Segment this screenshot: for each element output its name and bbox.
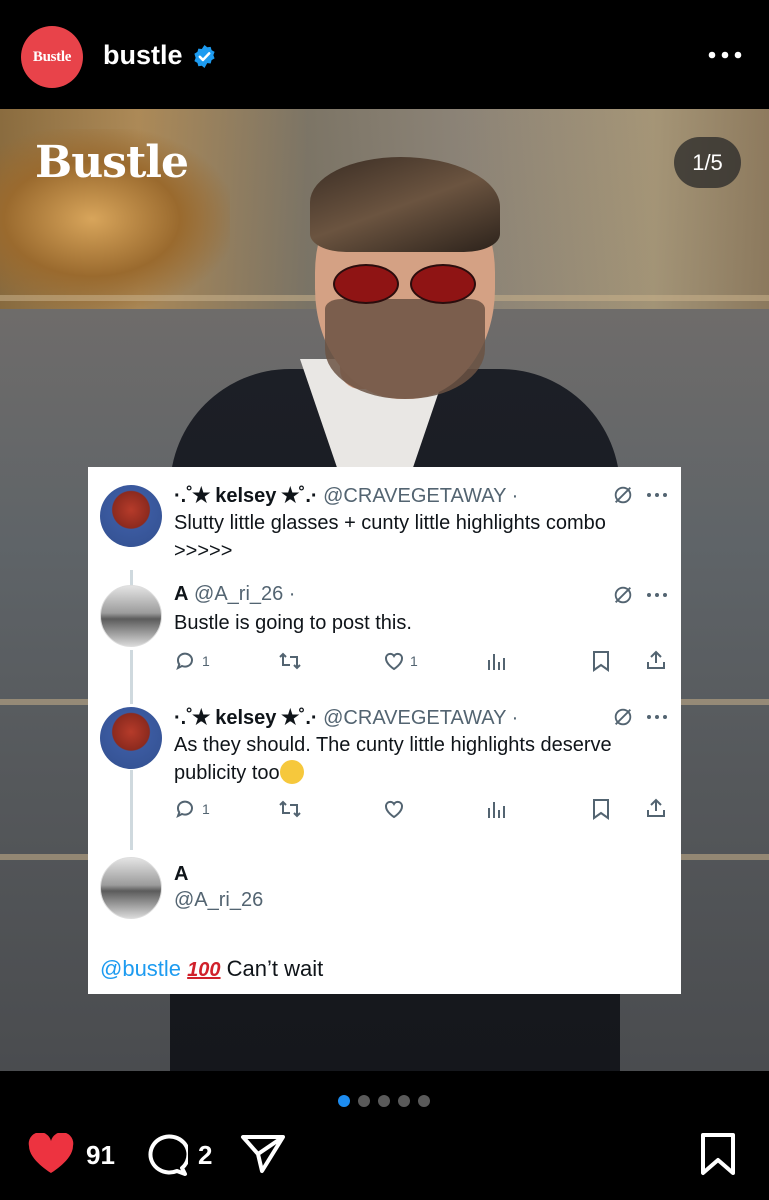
pager-dot — [378, 1095, 390, 1107]
hundred-points-emoji: 100 — [187, 959, 221, 981]
reply-count: 1 — [202, 801, 210, 817]
thread-line — [130, 650, 133, 704]
views-icon — [488, 654, 505, 670]
handle: @CRAVEGETAWAY · — [323, 707, 519, 729]
grok-icon — [614, 486, 632, 504]
bookmark-icon[interactable] — [698, 1132, 738, 1176]
pensive-face-emoji — [279, 760, 304, 784]
carousel-pager — [338, 1095, 430, 1107]
share-icon[interactable] — [240, 1133, 286, 1175]
tweet-author: ·.˚✭ kelsey ✭˚.· @CRAVEGETAWAY · — [174, 705, 518, 730]
pager-dot — [358, 1095, 370, 1107]
avatar — [100, 585, 162, 647]
grok-icon — [614, 708, 632, 726]
tweet-text: As they should. The cunty little highlig… — [174, 731, 664, 787]
reply-text: @bustle 100 Can’t wait — [100, 956, 323, 982]
share-icon — [647, 650, 665, 669]
reply-action: 1 — [174, 797, 210, 821]
reply-count: 1 — [202, 653, 210, 669]
like-count: 1 — [410, 653, 418, 669]
handle: @A_ri_26 — [174, 889, 264, 911]
display-name: A — [174, 583, 189, 605]
tweet-text-content: As they should. The cunty little highlig… — [174, 734, 612, 784]
more-icon — [647, 593, 667, 597]
tweet-text: Slutty little glasses + cunty little hig… — [174, 512, 606, 562]
avatar — [100, 485, 162, 547]
pager-dot-active — [338, 1095, 350, 1107]
comment-count: 2 — [198, 1140, 213, 1170]
tweet-screenshot-card: ·.˚✭ kelsey ✭˚.· @CRAVEGETAWAY · Slutty … — [88, 467, 681, 994]
post-action-bar — [0, 1120, 769, 1200]
like-count: 91 — [86, 1140, 115, 1170]
bookmark-icon — [593, 799, 609, 820]
reply-text-content: Can’t wait — [226, 956, 324, 981]
comment-icon[interactable] — [142, 1132, 188, 1176]
grok-icon — [614, 586, 632, 604]
bustle-watermark: Bustle — [35, 137, 189, 188]
reply-action: 1 — [174, 649, 210, 673]
share-icon — [647, 798, 665, 817]
avatar — [100, 707, 162, 769]
heart-icon — [385, 652, 403, 671]
retweet-icon — [279, 800, 301, 818]
tweet-author: A @A_ri_26 · — [174, 583, 295, 606]
verified-badge-icon — [194, 45, 215, 68]
pager-dot — [398, 1095, 410, 1107]
person-hair — [310, 157, 500, 252]
slide-counter: 1/5 — [674, 137, 741, 188]
more-icon — [647, 493, 667, 497]
bookmark-icon — [593, 651, 609, 672]
heart-icon[interactable] — [27, 1133, 75, 1175]
mention-link: @bustle — [100, 956, 182, 981]
sunglasses-lens — [410, 264, 476, 304]
heart-icon — [385, 800, 403, 819]
post-header: Bustle bustle — [0, 0, 769, 109]
thread-line — [130, 770, 133, 850]
account-avatar[interactable]: Bustle — [21, 26, 83, 88]
more-icon — [647, 715, 667, 719]
display-name: A — [174, 863, 189, 885]
reply-icon — [176, 652, 193, 671]
account-name[interactable]: bustle — [103, 40, 183, 71]
handle: @A_ri_26 · — [194, 583, 296, 605]
pager-dot — [418, 1095, 430, 1107]
views-icon — [488, 802, 505, 818]
person-beard — [325, 299, 485, 399]
retweet-icon — [279, 652, 301, 670]
avatar — [100, 857, 162, 919]
display-name: ·.˚✭ kelsey ✭˚.· — [174, 707, 318, 729]
sunglasses-lens — [333, 264, 399, 304]
tweet-text: Bustle is going to post this. — [174, 612, 412, 634]
handle: @CRAVEGETAWAY · — [323, 485, 519, 507]
like-action: 1 — [382, 649, 418, 673]
tweet-author: ·.˚✭ kelsey ✭˚.· @CRAVEGETAWAY · — [174, 483, 518, 508]
display-name: ·.˚✭ kelsey ✭˚.· — [174, 485, 318, 507]
more-horizontal-icon[interactable] — [708, 48, 742, 62]
reply-icon — [176, 800, 193, 819]
